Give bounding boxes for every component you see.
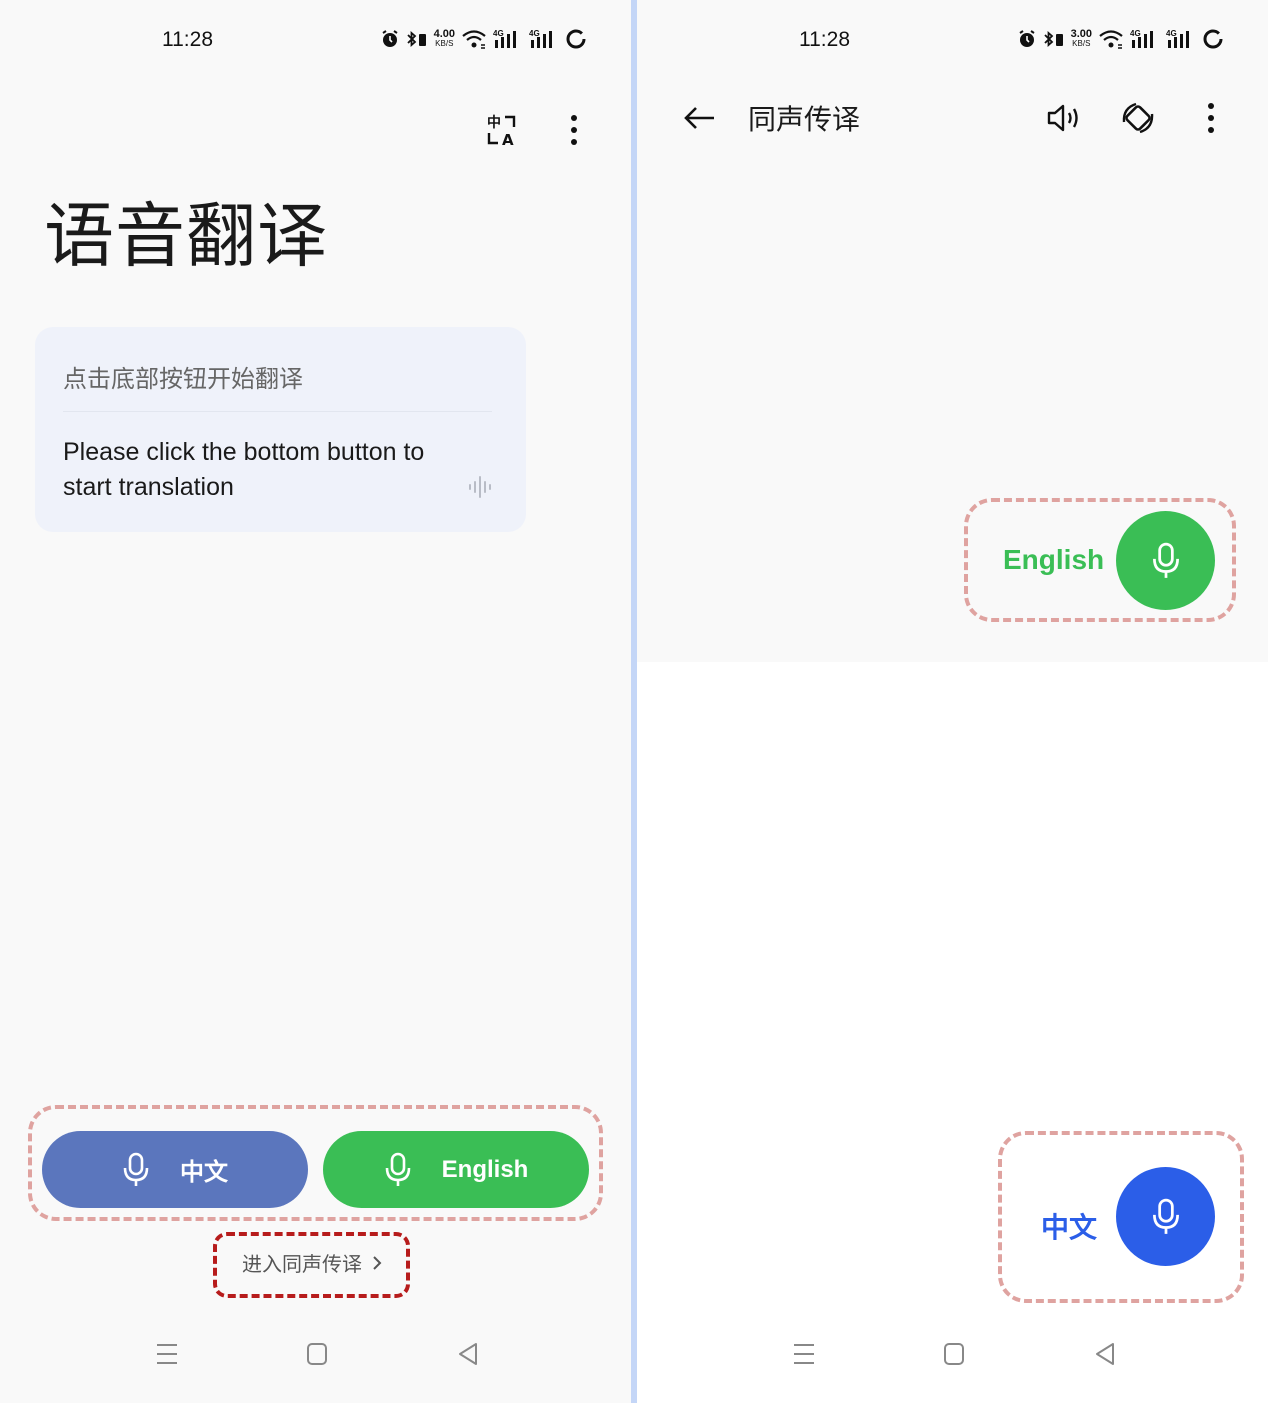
status-time: 11:28 <box>162 28 213 51</box>
source-text: 点击底部按钮开始翻译 <box>63 365 303 393</box>
status-icons: 4.00 KB/S 4G 4G <box>380 28 587 50</box>
page-title: 语音翻译 <box>44 195 328 277</box>
speaker-icon[interactable] <box>1042 96 1086 140</box>
home-icon[interactable] <box>305 1341 329 1367</box>
card-divider <box>63 411 492 412</box>
battery-ring-icon <box>1203 29 1223 49</box>
network-speed: 4.00 KB/S <box>433 28 455 49</box>
microphone-icon <box>1152 542 1179 578</box>
microphone-icon <box>1152 1198 1179 1234</box>
home-icon[interactable] <box>942 1341 966 1367</box>
chevron-right-icon <box>373 1255 382 1270</box>
status-bar: 11:28 3.00 KB/S 4G 4G <box>637 24 1268 64</box>
english-mic-button[interactable] <box>1116 511 1215 610</box>
app-bar-title: 同声传译 <box>748 103 861 136</box>
simultaneous-interpretation-link[interactable]: 进入同声传译 <box>242 1248 382 1277</box>
alarm-icon <box>1019 30 1035 47</box>
rotate-screen-icon[interactable] <box>1116 96 1160 140</box>
signal-4g-icon-2: 4G <box>1166 29 1189 48</box>
bluetooth-battery-icon <box>1043 31 1063 47</box>
sound-wave-icon[interactable] <box>468 475 492 503</box>
network-speed: 3.00 KB/S <box>1070 28 1092 49</box>
svg-text:4G: 4G <box>1130 29 1141 38</box>
more-options-icon[interactable] <box>556 108 592 152</box>
chinese-label: 中文 <box>180 1159 228 1186</box>
status-time: 11:28 <box>799 28 850 51</box>
back-icon[interactable] <box>1093 1341 1117 1367</box>
status-bar: 11:28 4.00 KB/S 4G 4G <box>0 24 631 64</box>
bluetooth-battery-icon <box>406 31 426 47</box>
english-label: English <box>441 1155 529 1183</box>
back-icon[interactable] <box>456 1341 480 1367</box>
signal-4g-icon: 4G <box>493 29 516 48</box>
language-switch-icon[interactable]: 中A <box>480 108 524 152</box>
chinese-mic-button[interactable] <box>1116 1167 1215 1266</box>
simultaneous-link-label: 进入同声传译 <box>242 1252 362 1276</box>
chinese-mic-button[interactable]: 中文 <box>42 1131 308 1208</box>
menu-icon[interactable] <box>155 1341 179 1367</box>
microphone-icon <box>385 1152 410 1186</box>
alarm-icon <box>382 30 398 47</box>
more-options-icon[interactable] <box>1193 96 1229 140</box>
english-language-label[interactable]: English <box>1003 544 1104 576</box>
simultaneous-interpretation-screen: 11:28 3.00 KB/S 4G 4G 同声传译 English 中文 <box>637 0 1268 1403</box>
translation-card: 点击底部按钮开始翻译 Please click the bottom butto… <box>35 327 526 532</box>
english-mic-button[interactable]: English <box>323 1131 589 1208</box>
svg-text:中: 中 <box>487 114 501 131</box>
status-icons: 3.00 KB/S 4G 4G <box>1017 28 1224 50</box>
translation-text: Please click the bottom button to start … <box>63 438 425 501</box>
wifi-icon <box>1099 30 1123 49</box>
svg-text:4G: 4G <box>493 29 504 38</box>
system-nav-bar <box>0 1341 631 1381</box>
menu-icon[interactable] <box>792 1341 816 1367</box>
system-nav-bar <box>637 1341 1268 1381</box>
svg-text:A: A <box>502 131 514 147</box>
voice-translate-screen: 11:28 4.00 KB/S 4G 4G 中A 语音翻译 点击底部按钮开始翻译 … <box>0 0 631 1403</box>
signal-4g-icon: 4G <box>1130 29 1153 48</box>
back-arrow-icon[interactable] <box>677 96 721 140</box>
svg-text:4G: 4G <box>1166 29 1177 38</box>
signal-4g-icon-2: 4G <box>529 29 552 48</box>
battery-ring-icon <box>566 29 586 49</box>
chinese-language-label[interactable]: 中文 <box>1041 1206 1097 1246</box>
microphone-icon <box>123 1152 149 1186</box>
svg-text:4G: 4G <box>529 29 540 38</box>
wifi-icon <box>462 30 486 49</box>
